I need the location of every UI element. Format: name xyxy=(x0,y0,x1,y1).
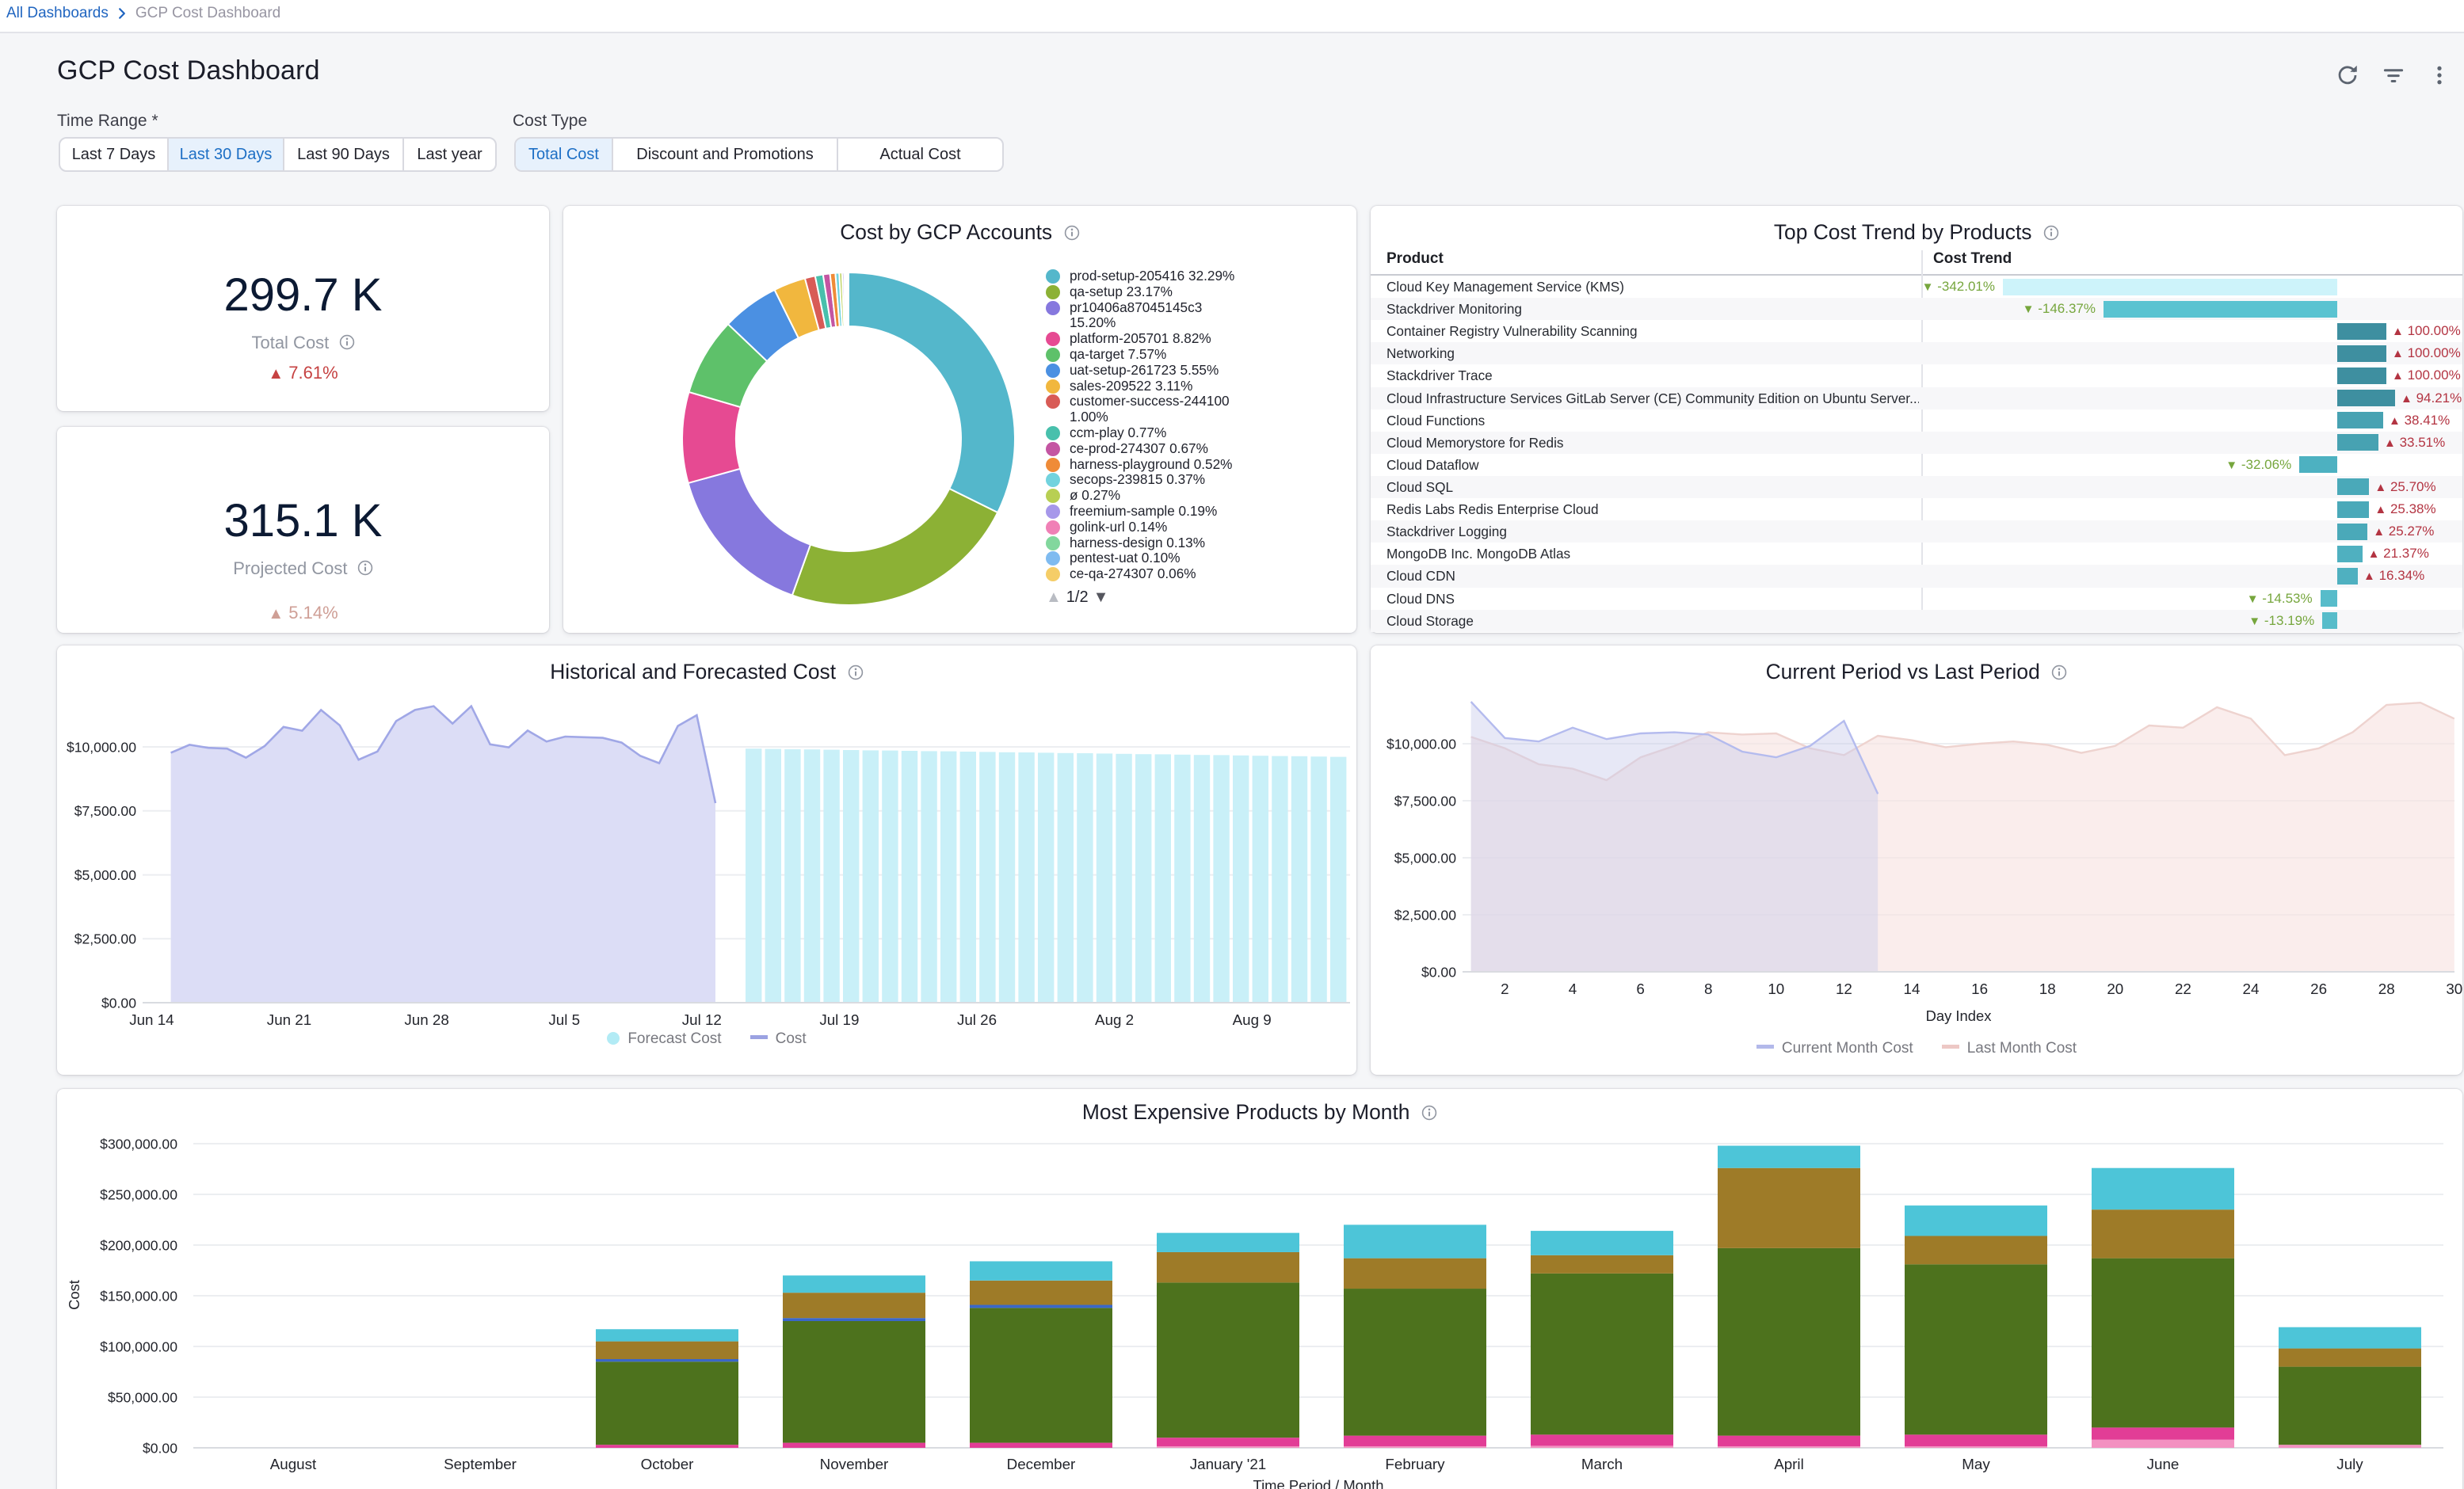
svg-text:6: 6 xyxy=(1636,981,1644,997)
svg-text:Jul 19: Jul 19 xyxy=(819,1011,859,1028)
svg-text:Jul 5: Jul 5 xyxy=(548,1011,580,1028)
svg-text:November: November xyxy=(820,1456,889,1472)
svg-text:$0.00: $0.00 xyxy=(101,995,136,1011)
svg-text:$10,000.00: $10,000.00 xyxy=(1386,736,1456,752)
svg-text:April: April xyxy=(1774,1456,1804,1472)
svg-text:October: October xyxy=(641,1456,694,1472)
svg-text:December: December xyxy=(1007,1456,1076,1472)
svg-text:$200,000.00: $200,000.00 xyxy=(100,1237,177,1253)
svg-text:$10,000.00: $10,000.00 xyxy=(67,739,136,755)
svg-text:Jun 21: Jun 21 xyxy=(267,1011,311,1028)
svg-text:Cost: Cost xyxy=(66,1280,82,1310)
svg-text:12: 12 xyxy=(1836,981,1852,997)
svg-text:24: 24 xyxy=(2243,981,2260,997)
svg-text:$0.00: $0.00 xyxy=(1421,964,1456,980)
svg-text:Jun 14: Jun 14 xyxy=(129,1011,174,1028)
svg-text:4: 4 xyxy=(1569,981,1577,997)
svg-text:Time Period / Month: Time Period / Month xyxy=(1253,1477,1384,1489)
svg-text:$100,000.00: $100,000.00 xyxy=(100,1339,177,1354)
svg-text:Jul 26: Jul 26 xyxy=(957,1011,997,1028)
svg-text:$7,500.00: $7,500.00 xyxy=(1394,793,1456,809)
svg-text:16: 16 xyxy=(1971,981,1988,997)
svg-text:Jun 28: Jun 28 xyxy=(404,1011,448,1028)
svg-text:$2,500.00: $2,500.00 xyxy=(74,931,136,947)
svg-text:$2,500.00: $2,500.00 xyxy=(1394,907,1456,923)
svg-text:10: 10 xyxy=(1768,981,1784,997)
svg-text:Jul 12: Jul 12 xyxy=(682,1011,722,1028)
svg-text:$50,000.00: $50,000.00 xyxy=(108,1389,177,1405)
svg-text:Aug 2: Aug 2 xyxy=(1095,1011,1134,1028)
svg-text:January '21: January '21 xyxy=(1190,1456,1267,1472)
svg-text:$300,000.00: $300,000.00 xyxy=(100,1136,177,1152)
svg-text:May: May xyxy=(1962,1456,1990,1472)
svg-text:July: July xyxy=(2336,1456,2363,1472)
svg-text:$0.00: $0.00 xyxy=(143,1440,177,1456)
svg-text:28: 28 xyxy=(2378,981,2395,997)
svg-text:14: 14 xyxy=(1904,981,1920,997)
svg-text:$250,000.00: $250,000.00 xyxy=(100,1186,177,1202)
svg-text:Day Index: Day Index xyxy=(1926,1007,1992,1024)
svg-text:March: March xyxy=(1581,1456,1623,1472)
svg-text:$5,000.00: $5,000.00 xyxy=(74,867,136,883)
svg-text:26: 26 xyxy=(2310,981,2327,997)
svg-text:August: August xyxy=(270,1456,317,1472)
svg-text:$5,000.00: $5,000.00 xyxy=(1394,850,1456,866)
svg-text:June: June xyxy=(2147,1456,2180,1472)
svg-text:20: 20 xyxy=(2107,981,2123,997)
svg-text:September: September xyxy=(444,1456,517,1472)
svg-text:$150,000.00: $150,000.00 xyxy=(100,1288,177,1304)
svg-text:30: 30 xyxy=(2446,981,2462,997)
svg-text:2: 2 xyxy=(1501,981,1509,997)
svg-text:18: 18 xyxy=(2039,981,2056,997)
svg-text:$7,500.00: $7,500.00 xyxy=(74,803,136,819)
svg-text:Aug 9: Aug 9 xyxy=(1233,1011,1272,1028)
svg-text:8: 8 xyxy=(1704,981,1712,997)
svg-text:22: 22 xyxy=(2175,981,2191,997)
svg-text:February: February xyxy=(1385,1456,1445,1472)
